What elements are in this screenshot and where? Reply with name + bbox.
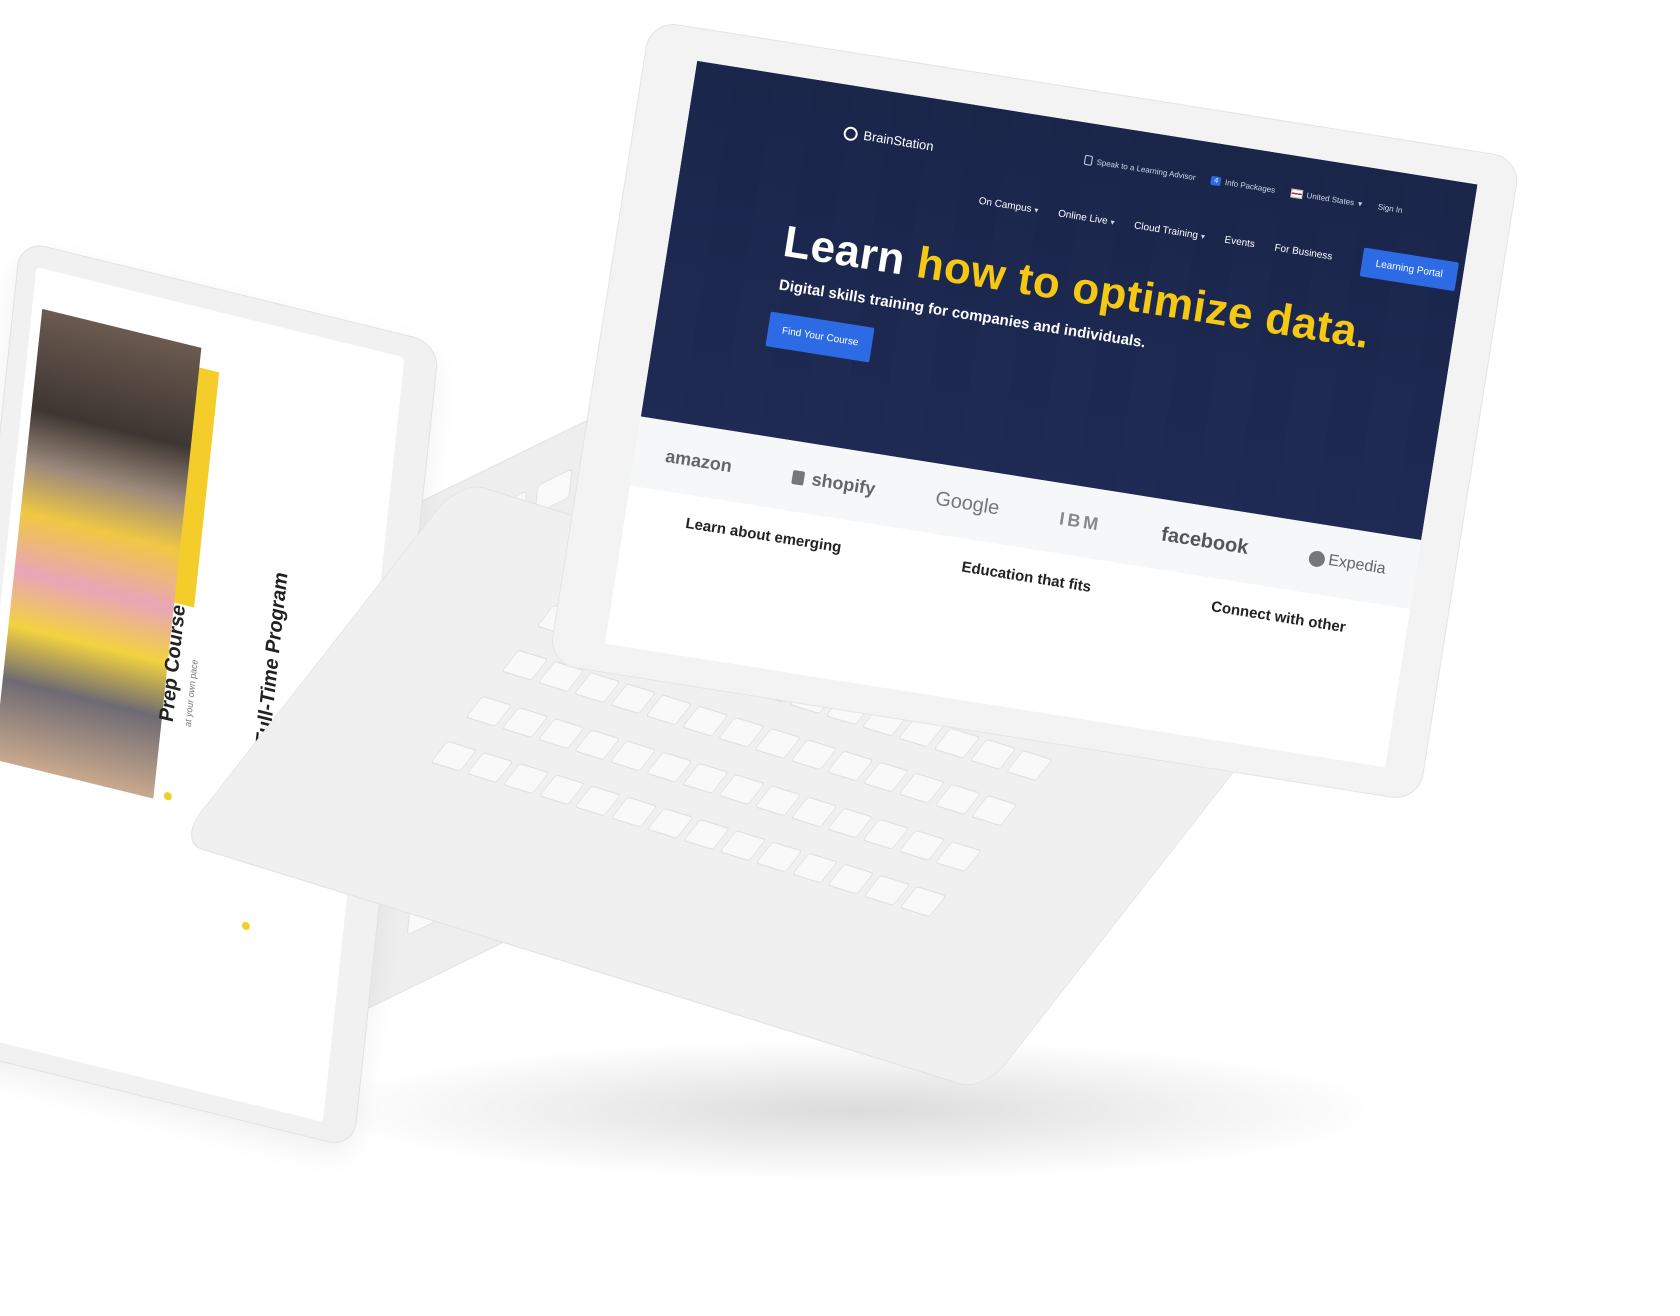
nav-item-on-campus[interactable]: On Campus ▾ xyxy=(978,196,1039,216)
us-flag-icon xyxy=(1290,187,1304,199)
nav-item-label: On Campus xyxy=(977,195,1033,215)
google-logo: Google xyxy=(933,487,1002,520)
expedia-logo: Expedia xyxy=(1307,549,1387,579)
feature-heading: Connect with other xyxy=(1209,598,1347,637)
feature-heading: Learn about emerging xyxy=(684,514,843,557)
headline-plain: Learn xyxy=(780,216,922,287)
feature-heading: Education that fits xyxy=(960,558,1093,596)
key xyxy=(754,841,802,873)
key xyxy=(718,830,766,862)
phone-icon xyxy=(1084,154,1094,166)
key xyxy=(970,795,1018,827)
nav-item-online-live[interactable]: Online Live ▾ xyxy=(1057,208,1115,228)
key xyxy=(573,672,621,704)
key xyxy=(465,752,513,784)
info-count-badge: 4 xyxy=(1210,175,1222,186)
learning-advisor-link[interactable]: Speak to a Learning Advisor xyxy=(1084,154,1197,182)
yellow-dot xyxy=(241,921,251,931)
find-your-course-button[interactable]: Find Your Course xyxy=(765,311,875,363)
sign-in-link[interactable]: Sign In xyxy=(1377,202,1403,215)
chevron-down-icon: ▾ xyxy=(1200,231,1206,242)
key xyxy=(1006,749,1054,781)
nav-item-cloud-training[interactable]: Cloud Training ▾ xyxy=(1133,220,1205,242)
right-laptop-screen: BrainStation Speak to a Learning Advisor… xyxy=(604,60,1478,768)
utility-bar: Speak to a Learning Advisor 4 Info Packa… xyxy=(1084,154,1403,215)
country-selector[interactable]: United States ▾ xyxy=(1290,187,1363,209)
brand-name: BrainStation xyxy=(862,127,935,154)
expedia-globe-icon xyxy=(1307,549,1326,569)
key xyxy=(790,796,838,828)
learning-advisor-label: Speak to a Learning Advisor xyxy=(1096,157,1197,182)
key xyxy=(501,706,549,738)
key xyxy=(537,717,585,749)
shopify-logo: shopify xyxy=(790,465,877,499)
nav-item-for-business[interactable]: For Business xyxy=(1274,243,1333,263)
nav-item-events[interactable]: Events xyxy=(1224,235,1256,251)
shopping-bag-icon xyxy=(790,469,805,486)
chevron-down-icon: ▾ xyxy=(1357,198,1363,209)
nav-item-label: Cloud Training xyxy=(1133,220,1199,242)
right-laptop-lid: BrainStation Speak to a Learning Advisor… xyxy=(548,20,1522,802)
learning-portal-button[interactable]: Learning Portal xyxy=(1359,247,1459,292)
key xyxy=(754,784,802,817)
amazon-logo: amazon xyxy=(664,445,734,476)
ibm-logo: IBM xyxy=(1058,507,1103,535)
brainstation-logo[interactable]: BrainStation xyxy=(842,125,935,154)
facebook-logo: facebook xyxy=(1159,522,1250,559)
info-packages-link[interactable]: 4 Info Packages xyxy=(1210,175,1276,195)
chevron-down-icon: ▾ xyxy=(1033,205,1040,216)
key xyxy=(790,739,837,771)
shopify-label: shopify xyxy=(810,468,877,499)
country-label: United States xyxy=(1306,190,1355,207)
laptops-shadow xyxy=(330,1040,1380,1180)
key xyxy=(899,886,947,918)
key xyxy=(502,763,549,795)
info-packages-label: Info Packages xyxy=(1224,177,1276,195)
key xyxy=(826,750,874,782)
yellow-dot xyxy=(163,791,173,802)
brain-logo-icon xyxy=(842,125,859,142)
nav-item-label: Online Live xyxy=(1057,208,1109,227)
expedia-label: Expedia xyxy=(1327,551,1387,578)
key xyxy=(935,840,982,872)
chevron-down-icon: ▾ xyxy=(1109,217,1116,228)
